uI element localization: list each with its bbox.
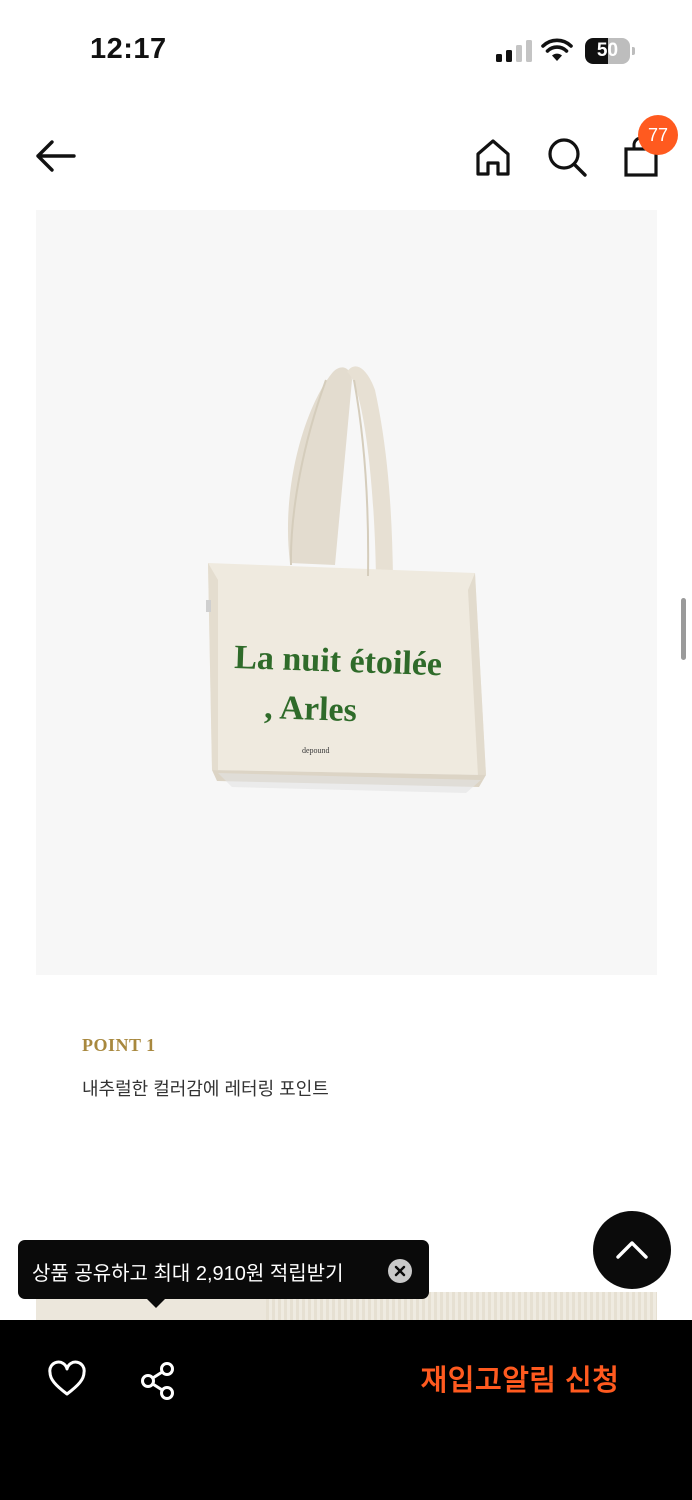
tooltip-close-button[interactable] (388, 1259, 412, 1283)
close-icon (394, 1265, 406, 1277)
tote-bag-illustration: La nuit étoilée , Arles depound (206, 366, 486, 793)
point-description: 내추럴한 컬러감에 레터링 포인트 (82, 1079, 329, 1099)
point-title: POINT 1 (82, 1035, 156, 1055)
cart-count-badge: 77 (638, 115, 678, 155)
tooltip-pointer (146, 1298, 166, 1308)
status-bar: 12:17 50 (0, 0, 692, 100)
status-time: 12:17 (90, 33, 167, 65)
bag-brand-label: depound (302, 746, 330, 755)
cellular-signal-icon (496, 40, 532, 62)
product-image: La nuit étoilée , Arles depound (36, 210, 657, 975)
wifi-icon (541, 38, 573, 61)
back-arrow-icon[interactable] (30, 136, 82, 176)
search-icon[interactable] (544, 134, 590, 180)
bag-lettering-line1: La nuit étoilée (234, 639, 443, 683)
battery-indicator: 50 (585, 38, 635, 64)
share-icon[interactable] (138, 1360, 178, 1402)
tooltip-text: 상품 공유하고 최대 2,910원 적립받기 (32, 1263, 344, 1285)
battery-percent: 50 (596, 40, 619, 61)
home-icon[interactable] (470, 134, 516, 180)
restock-alert-button[interactable]: 재입고알림 신청 (400, 1356, 640, 1406)
bag-lettering-line2: , Arles (264, 689, 358, 729)
top-navigation (0, 110, 692, 210)
bottom-action-bar (0, 1320, 692, 1500)
share-reward-tooltip: 상품 공유하고 최대 2,910원 적립받기 (18, 1240, 429, 1299)
heart-icon[interactable] (47, 1360, 87, 1400)
chevron-up-icon (616, 1241, 648, 1259)
scroll-to-top-button[interactable] (593, 1211, 671, 1289)
scrollbar[interactable] (681, 598, 686, 660)
